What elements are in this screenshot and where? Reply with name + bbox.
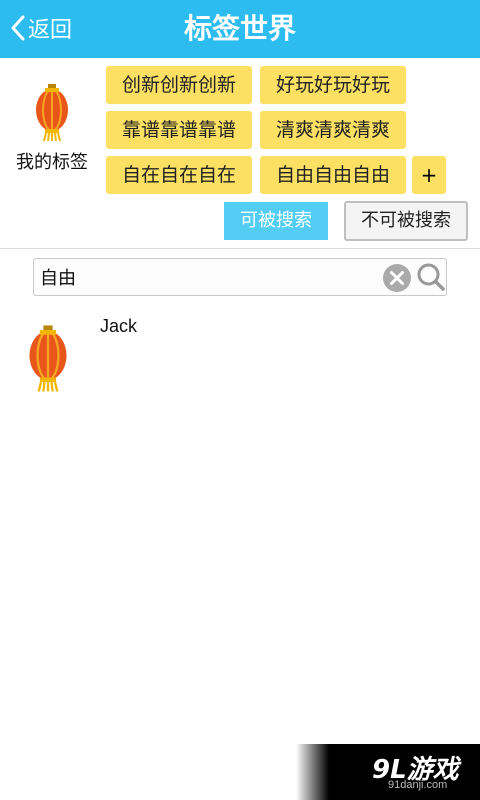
- my-tags-label: 我的标签: [16, 152, 88, 173]
- add-tag-button[interactable]: +: [412, 156, 446, 194]
- search-bar: [33, 258, 447, 296]
- lantern-avatar-icon: [36, 84, 68, 142]
- search-icon[interactable]: [416, 262, 446, 292]
- unsearchable-button[interactable]: 不可被搜索: [344, 201, 468, 241]
- my-profile: 我的标签: [8, 84, 96, 174]
- tag-chip[interactable]: 清爽清爽清爽: [260, 111, 406, 149]
- result-name: Jack: [100, 316, 138, 336]
- tag-chip[interactable]: 自在自在自在: [106, 156, 252, 194]
- tag-chip[interactable]: 靠谱靠谱靠谱: [106, 111, 252, 149]
- watermark: 9L游戏 91danji.com: [296, 744, 480, 800]
- watermark-url: 91danji.com: [388, 779, 448, 791]
- tag-chip[interactable]: 好玩好玩好玩: [260, 66, 406, 104]
- title-bar: 返回 标签世界: [0, 0, 480, 58]
- lantern-avatar-icon: [29, 325, 67, 392]
- list-item[interactable]: Jack: [20, 312, 460, 404]
- divider: [0, 248, 480, 249]
- clear-icon[interactable]: [382, 263, 412, 293]
- search-input[interactable]: [40, 263, 376, 291]
- chevron-left-icon: [11, 15, 25, 41]
- tag-chip[interactable]: 自由自由自由: [260, 156, 406, 194]
- back-label: 返回: [28, 18, 73, 43]
- tag-chip[interactable]: 创新创新创新: [106, 66, 252, 104]
- searchable-button[interactable]: 可被搜索: [224, 202, 328, 240]
- back-button[interactable]: 返回: [8, 10, 72, 46]
